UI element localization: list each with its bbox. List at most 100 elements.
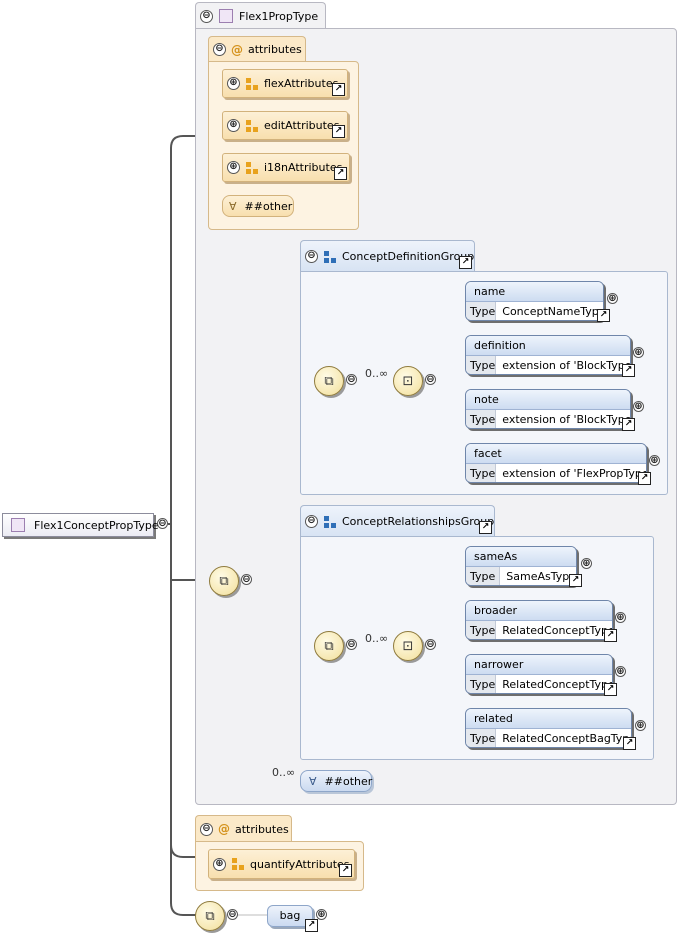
root-type-box[interactable]: Flex1ConceptPropType [2,513,159,537]
link-arrow-icon[interactable]: ↗ [332,83,345,96]
link-arrow-icon[interactable]: ↗ [638,472,651,485]
type-key: Type [466,356,497,374]
attribute-group-icon [232,858,244,870]
sequence-compositor-icon[interactable]: ⧉ [314,366,344,396]
element-name-label: narrower [466,655,612,675]
type-value: RelatedConceptType [496,621,612,639]
expand-icon[interactable]: ⊕ [607,293,618,304]
sequence-compositor-icon[interactable]: ⧉ [195,901,225,931]
expand-icon[interactable]: ⊕ [581,558,592,569]
collapse-icon[interactable]: ⊖ [305,250,318,263]
complex-type-icon [219,9,233,23]
element-definition[interactable]: definition Type extension of 'BlockType' [465,335,631,375]
collapse-icon[interactable]: ⊖ [346,639,357,650]
attribute-group-icon [246,161,258,174]
group-label: ConceptRelationshipsGroup [342,515,495,528]
attribute-group-icon [246,119,258,132]
link-arrow-icon[interactable]: ↗ [622,364,635,377]
root-type-label: Flex1ConceptPropType [34,518,159,532]
collapse-icon[interactable]: ⊖ [200,822,213,836]
link-arrow-icon[interactable]: ↗ [569,574,582,587]
expand-icon[interactable]: ⊕ [615,666,626,677]
expand-icon[interactable]: ⊕ [633,347,644,358]
any-attribute-other[interactable]: ∀ ##other [222,195,294,217]
any-element-label: ##other [324,774,373,788]
collapse-icon[interactable]: ⊖ [227,909,238,920]
type-value: RelatedConceptType [496,675,612,693]
sequence-compositor-icon[interactable]: ⊡ [393,631,423,661]
element-name-label: definition [466,336,630,356]
complex-type-tab[interactable]: ⊖ Flex1PropType [195,2,326,29]
expand-icon[interactable]: ⊕ [615,612,626,623]
attribute-group-label: editAttributes [264,119,340,132]
link-arrow-icon[interactable]: ↗ [305,919,318,932]
attribute-group-label: quantifyAttributes [250,857,350,871]
attribute-group-flexattributes[interactable]: ⊕ flexAttributes ↗ [222,69,348,98]
attribute-group-quantifyattributes[interactable]: ⊕ quantifyAttributes ↗ [208,849,355,879]
any-attribute-icon: ∀ [229,199,237,213]
multiplicity-label: 0..∞ [365,367,389,380]
type-value: extension of 'FlexPropType' [496,464,646,482]
element-narrower[interactable]: narrower Type RelatedConceptType [465,654,613,694]
element-name[interactable]: name Type ConceptNameType [465,281,604,321]
attribute-group-i18nattributes[interactable]: ⊕ i18nAttributes ↗ [222,153,350,182]
collapse-icon[interactable]: ⊖ [346,374,357,385]
link-arrow-icon[interactable]: ↗ [339,864,352,877]
element-name-label: broader [466,601,612,621]
element-broader[interactable]: broader Type RelatedConceptType [465,600,613,640]
attributes-label: attributes [248,43,302,56]
attributes-tab-bottom[interactable]: ⊖ @ attributes [195,815,292,842]
element-related[interactable]: related Type RelatedConceptBagType [465,708,632,748]
attributes-tab[interactable]: ⊖ @ attributes [208,36,306,62]
link-arrow-icon[interactable]: ↗ [597,309,610,322]
link-arrow-icon[interactable]: ↗ [459,256,472,269]
type-value: extension of 'BlockType' [496,410,630,428]
collapse-icon[interactable]: ⊖ [200,9,213,23]
element-name-label: facet [466,444,646,464]
expand-icon[interactable]: ⊕ [213,857,226,871]
collapse-icon[interactable]: ⊖ [305,515,318,528]
link-arrow-icon[interactable]: ↗ [604,629,617,642]
root-collapse-icon[interactable]: ⊖ [157,518,168,529]
multiplicity-label: 0..∞ [272,766,296,779]
expand-icon[interactable]: ⊕ [316,909,327,920]
type-key: Type [466,410,497,428]
complex-type-label: Flex1PropType [239,9,319,23]
any-element-other[interactable]: ∀ ##other [300,770,372,792]
link-arrow-icon[interactable]: ↗ [604,683,617,696]
model-group-icon [324,515,336,528]
expand-icon[interactable]: ⊕ [649,455,660,466]
link-arrow-icon[interactable]: ↗ [623,737,636,750]
element-facet[interactable]: facet Type extension of 'FlexPropType' [465,443,647,483]
element-name-label: note [466,390,630,410]
attribute-group-editattributes[interactable]: ⊕ editAttributes ↗ [222,111,348,140]
collapse-icon[interactable]: ⊖ [425,639,436,650]
group-tab-concept-relationships[interactable]: ⊖ ConceptRelationshipsGroup ↗ [300,505,495,537]
sequence-compositor-icon[interactable]: ⧉ [314,631,344,661]
link-arrow-icon[interactable]: ↗ [332,125,345,138]
sequence-compositor-icon[interactable]: ⊡ [393,366,423,396]
expand-icon[interactable]: ⊕ [227,119,240,132]
collapse-icon[interactable]: ⊖ [425,374,436,385]
collapse-icon[interactable]: ⊖ [241,574,252,585]
link-arrow-icon[interactable]: ↗ [334,167,347,180]
model-group-icon [324,250,336,263]
multiplicity-label: 0..∞ [365,632,389,645]
group-tab-concept-definition[interactable]: ⊖ ConceptDefinitionGroup ↗ [300,240,475,272]
link-arrow-icon[interactable]: ↗ [622,418,635,431]
element-note[interactable]: note Type extension of 'BlockType' [465,389,631,429]
attributes-label: attributes [235,822,289,836]
element-name-label: related [466,709,631,729]
expand-icon[interactable]: ⊕ [227,161,240,174]
expand-icon[interactable]: ⊕ [635,720,646,731]
expand-icon[interactable]: ⊕ [633,401,644,412]
sequence-compositor-icon[interactable]: ⧉ [209,566,239,596]
link-arrow-icon[interactable]: ↗ [479,521,492,534]
collapse-icon[interactable]: ⊖ [213,43,226,56]
attribute-group-label: i18nAttributes [264,161,343,174]
expand-icon[interactable]: ⊕ [227,77,240,90]
type-key: Type [466,729,497,747]
attribute-group-label: flexAttributes [264,77,339,90]
type-value: extension of 'BlockType' [496,356,630,374]
element-sameas[interactable]: sameAs Type SameAsType [465,546,577,586]
